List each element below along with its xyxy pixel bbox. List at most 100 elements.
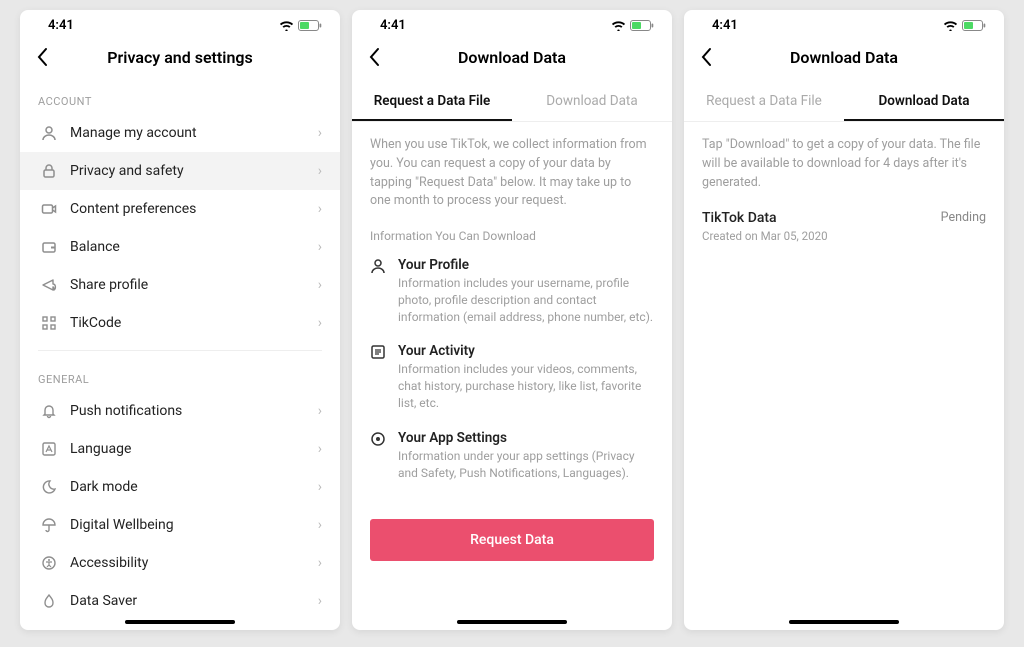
video-icon — [38, 201, 60, 217]
chevron-right-icon: › — [318, 125, 322, 141]
row-label: Balance — [60, 239, 318, 255]
wifi-icon — [611, 20, 626, 31]
chevron-right-icon: › — [318, 593, 322, 609]
chevron-right-icon: › — [318, 201, 322, 217]
info-your-profile: Your Profile Information includes your u… — [352, 249, 672, 335]
page-title: Privacy and settings — [20, 48, 340, 67]
language-icon — [38, 441, 60, 457]
settings-icon — [370, 430, 388, 447]
status-time: 4:41 — [48, 18, 74, 33]
divider — [38, 350, 322, 351]
info-title: Your Activity — [398, 343, 654, 359]
intro-text: When you use TikTok, we collect informat… — [352, 122, 672, 211]
row-label: Push notifications — [60, 403, 318, 419]
row-content-preferences[interactable]: Content preferences › — [20, 190, 340, 228]
row-dark-mode[interactable]: Dark mode › — [20, 468, 340, 506]
row-label: Share profile — [60, 277, 318, 293]
battery-icon — [962, 20, 986, 32]
person-icon — [38, 125, 60, 141]
account-list: Manage my account › Privacy and safety ›… — [20, 114, 340, 342]
info-your-activity: Your Activity Information includes your … — [352, 335, 672, 421]
chevron-right-icon: › — [318, 239, 322, 255]
chevron-right-icon: › — [318, 555, 322, 571]
back-icon[interactable] — [368, 47, 392, 67]
info-desc: Information includes your videos, commen… — [398, 361, 654, 411]
screen-download-data-list: 4:41 Download Data Request a Data File D… — [684, 10, 1004, 630]
info-section-label: Information You Can Download — [352, 211, 672, 249]
tabs: Request a Data File Download Data — [684, 81, 1004, 122]
battery-icon — [298, 20, 322, 32]
tab-download-data[interactable]: Download Data — [512, 81, 672, 121]
moon-icon — [38, 479, 60, 495]
row-balance[interactable]: Balance › — [20, 228, 340, 266]
row-tikcode[interactable]: TikCode › — [20, 304, 340, 342]
status-icons — [943, 20, 986, 32]
header: Download Data — [352, 37, 672, 81]
chevron-right-icon: › — [318, 163, 322, 179]
row-label: TikCode — [60, 315, 318, 331]
row-privacy-safety[interactable]: Privacy and safety › — [20, 152, 340, 190]
page-title: Download Data — [352, 48, 672, 67]
row-language[interactable]: Language › — [20, 430, 340, 468]
row-accessibility[interactable]: Accessibility › — [20, 544, 340, 582]
umbrella-icon — [38, 517, 60, 533]
request-data-button[interactable]: Request Data — [370, 519, 654, 561]
data-file-row[interactable]: TikTok Data Created on Mar 05, 2020 Pend… — [684, 192, 1004, 243]
row-label: Digital Wellbeing — [60, 517, 318, 533]
wallet-icon — [38, 239, 60, 255]
status-time: 4:41 — [380, 18, 406, 33]
share-icon — [38, 277, 60, 293]
section-label-account: ACCOUNT — [20, 81, 340, 114]
header: Download Data — [684, 37, 1004, 81]
tab-download-data[interactable]: Download Data — [844, 81, 1004, 121]
battery-icon — [630, 20, 654, 32]
home-indicator[interactable] — [457, 620, 567, 624]
intro-text: Tap "Download" to get a copy of your dat… — [684, 122, 1004, 192]
row-data-saver[interactable]: Data Saver › — [20, 582, 340, 620]
row-digital-wellbeing[interactable]: Digital Wellbeing › — [20, 506, 340, 544]
back-icon[interactable] — [36, 47, 60, 67]
file-status: Pending — [941, 210, 986, 225]
tab-request-data-file[interactable]: Request a Data File — [352, 81, 512, 121]
row-label: Data Saver — [60, 593, 318, 609]
wifi-icon — [943, 20, 958, 31]
row-label: Manage my account — [60, 125, 318, 141]
info-desc: Information under your app settings (Pri… — [398, 448, 654, 482]
status-bar: 4:41 — [20, 10, 340, 37]
chevron-right-icon: › — [318, 277, 322, 293]
drop-icon — [38, 593, 60, 609]
lock-icon — [38, 163, 60, 179]
list-icon — [370, 343, 388, 360]
row-manage-account[interactable]: Manage my account › — [20, 114, 340, 152]
status-bar: 4:41 — [352, 10, 672, 37]
wifi-icon — [279, 20, 294, 31]
file-subtitle: Created on Mar 05, 2020 — [702, 229, 828, 243]
info-title: Your App Settings — [398, 430, 654, 446]
home-indicator[interactable] — [789, 620, 899, 624]
header: Privacy and settings — [20, 37, 340, 81]
home-indicator[interactable] — [125, 620, 235, 624]
row-label: Dark mode — [60, 479, 318, 495]
tabs: Request a Data File Download Data — [352, 81, 672, 122]
row-push-notifications[interactable]: Push notifications › — [20, 392, 340, 430]
accessibility-icon — [38, 555, 60, 571]
back-icon[interactable] — [700, 47, 724, 67]
row-label: Accessibility — [60, 555, 318, 571]
chevron-right-icon: › — [318, 517, 322, 533]
chevron-right-icon: › — [318, 403, 322, 419]
info-title: Your Profile — [398, 257, 654, 273]
section-label-general: GENERAL — [20, 359, 340, 392]
screen-download-data-request: 4:41 Download Data Request a Data File D… — [352, 10, 672, 630]
person-icon — [370, 257, 388, 274]
status-icons — [611, 20, 654, 32]
row-label: Privacy and safety — [60, 163, 318, 179]
tab-request-data-file[interactable]: Request a Data File — [684, 81, 844, 121]
row-label: Content preferences — [60, 201, 318, 217]
chevron-right-icon: › — [318, 441, 322, 457]
row-share-profile[interactable]: Share profile › — [20, 266, 340, 304]
screen-privacy-settings: 4:41 Privacy and settings ACCOUNT Manage… — [20, 10, 340, 630]
status-bar: 4:41 — [684, 10, 1004, 37]
info-your-app-settings: Your App Settings Information under your… — [352, 422, 672, 492]
info-desc: Information includes your username, prof… — [398, 275, 654, 325]
qr-icon — [38, 315, 60, 331]
